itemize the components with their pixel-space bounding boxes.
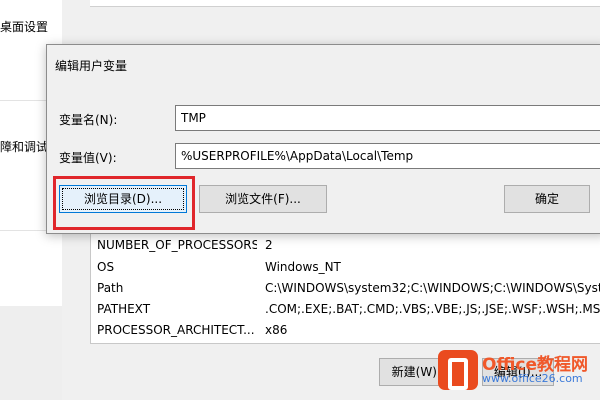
variable-value-input[interactable] — [175, 143, 600, 169]
variable-name: OS — [97, 260, 115, 274]
user-variables-list[interactable] — [90, 0, 600, 7]
watermark: Office教程网 www.office26.com — [438, 346, 600, 400]
desktop-settings-item[interactable]: 桌面设置 — [0, 18, 48, 35]
variable-name-label: 变量名(N): — [59, 113, 118, 127]
variable-value-label: 变量值(V): — [59, 151, 117, 165]
ok-button[interactable]: 确定 — [504, 185, 590, 213]
debug-settings-item[interactable]: 障和调试 — [0, 138, 48, 155]
system-variables-list[interactable]: NUMBER_OF_PROCESSORS 2 OS Windows_NT Pat… — [90, 226, 600, 344]
variable-name: PROCESSOR_ARCHITECT... — [97, 323, 255, 337]
variable-name: PATHEXT — [97, 302, 151, 316]
browse-file-button[interactable]: 浏览文件(F)... — [199, 185, 327, 213]
browse-directory-button[interactable]: 浏览目录(D)... — [59, 185, 187, 213]
variable-name: Path — [97, 281, 124, 295]
variable-value: Windows_NT — [265, 260, 341, 274]
edit-user-variable-dialog: 编辑用户变量 变量名(N): 变量值(V): 浏览目录(D)... 浏览文件(F… — [46, 44, 600, 234]
variable-value: x86 — [265, 323, 288, 337]
variable-value: 2 — [265, 238, 273, 252]
office-logo-icon — [438, 350, 478, 390]
variable-value: C:\WINDOWS\system32;C:\WINDOWS;C:\WINDOW… — [265, 281, 600, 295]
variable-value: .COM;.EXE;.BAT;.CMD;.VBS;.VBE;.JS;.JSE;.… — [265, 302, 600, 316]
dialog-title: 编辑用户变量 — [55, 59, 128, 73]
watermark-url: www.office26.com — [482, 372, 583, 385]
window-bottom-band — [0, 306, 62, 400]
variable-name-input[interactable] — [175, 105, 600, 131]
variable-name: NUMBER_OF_PROCESSORS — [97, 238, 257, 252]
